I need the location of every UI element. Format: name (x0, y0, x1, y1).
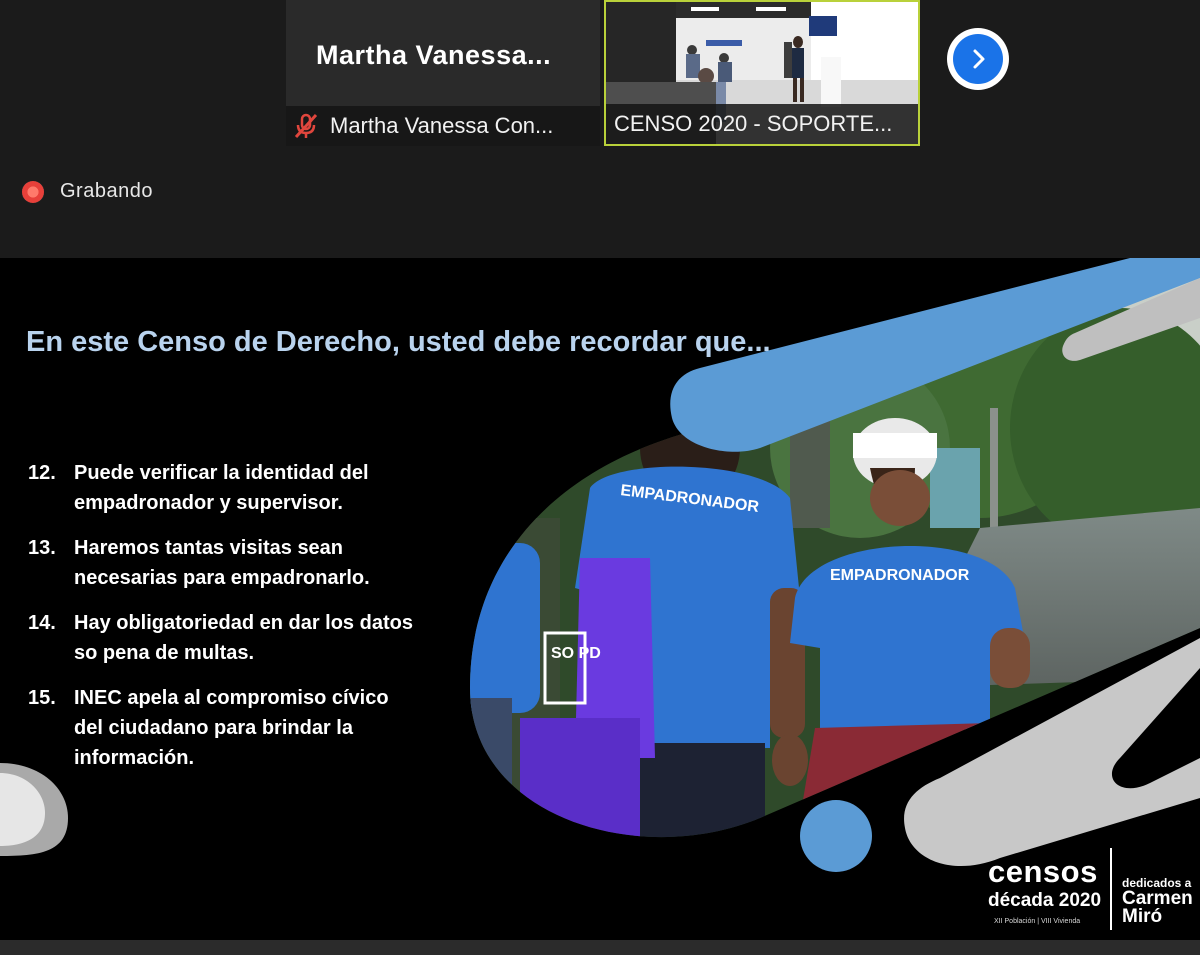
record-dot-icon (22, 180, 44, 203)
logo-subtitle: XII Población | VIII Vivienda (994, 918, 1081, 925)
point-line: INEC apela al compromiso cívico (74, 687, 389, 709)
participant-name-bar: CENSO 2020 - SOPORTE... (606, 104, 918, 144)
logo-name-line2: Miró (1122, 906, 1163, 927)
point-line: necesarias para empadronarlo. (74, 567, 370, 589)
point-line: del ciudadano para brindar la (74, 717, 353, 739)
list-item: 12. Puede verificar la identidad del emp… (28, 458, 468, 518)
point-line: so pena de multas. (74, 642, 255, 664)
meeting-bottom-strip (0, 940, 1200, 955)
participant-tile-censo[interactable]: CENSO 2020 - SOPORTE... (604, 0, 920, 146)
point-number: 14. (28, 612, 56, 634)
slide-points-list: 12. Puede verificar la identidad del emp… (28, 458, 468, 788)
participant-name-label: Martha Vanessa Con... (330, 113, 554, 138)
shared-screen-slide: EMPADRONADOR SO PD EMPADRONADOR En este … (0, 258, 1200, 940)
list-item: 15. INEC apela al compromiso cívico del … (28, 683, 468, 773)
censos-logo: censos década 2020 XII Población | VIII … (984, 846, 1200, 936)
recording-indicator[interactable]: Grabando (22, 180, 153, 203)
point-line: empadronador y supervisor. (74, 492, 343, 514)
point-line: información. (74, 747, 195, 769)
list-item: 13. Haremos tantas visitas sean necesari… (28, 533, 468, 593)
shirt-text: EMPADRONADOR (830, 567, 970, 584)
recording-label: Grabando (60, 180, 153, 202)
next-page-button[interactable] (947, 28, 1009, 90)
list-item: 14. Hay obligatoriedad en dar los datos … (28, 608, 468, 668)
chevron-right-icon (973, 49, 985, 69)
point-line: Haremos tantas visitas sean (74, 537, 344, 559)
slide-title: En este Censo de Derecho, usted debe rec… (26, 326, 771, 358)
participant-tile-martha[interactable]: Martha Vanessa... Martha Vanessa Con... (286, 0, 600, 146)
meeting-top-bar: Martha Vanessa... Martha Vanessa Con... (0, 0, 1200, 258)
point-line: Hay obligatoriedad en dar los datos (74, 612, 413, 634)
participant-name-bar: Martha Vanessa Con... (286, 106, 600, 146)
logo-divider (1110, 848, 1112, 930)
participant-display-name: Martha Vanessa... (316, 40, 552, 70)
bag-text: SO PD (551, 645, 601, 662)
logo-decade: década 2020 (988, 890, 1102, 911)
blue-dot (800, 800, 872, 872)
point-number: 13. (28, 537, 56, 559)
point-line: Puede verificar la identidad del (74, 462, 369, 484)
point-number: 12. (28, 462, 56, 484)
mic-muted-icon (294, 113, 318, 139)
participant-name-label: CENSO 2020 - SOPORTE... (614, 111, 893, 136)
logo-name: censos (988, 854, 1098, 889)
point-number: 15. (28, 687, 56, 709)
